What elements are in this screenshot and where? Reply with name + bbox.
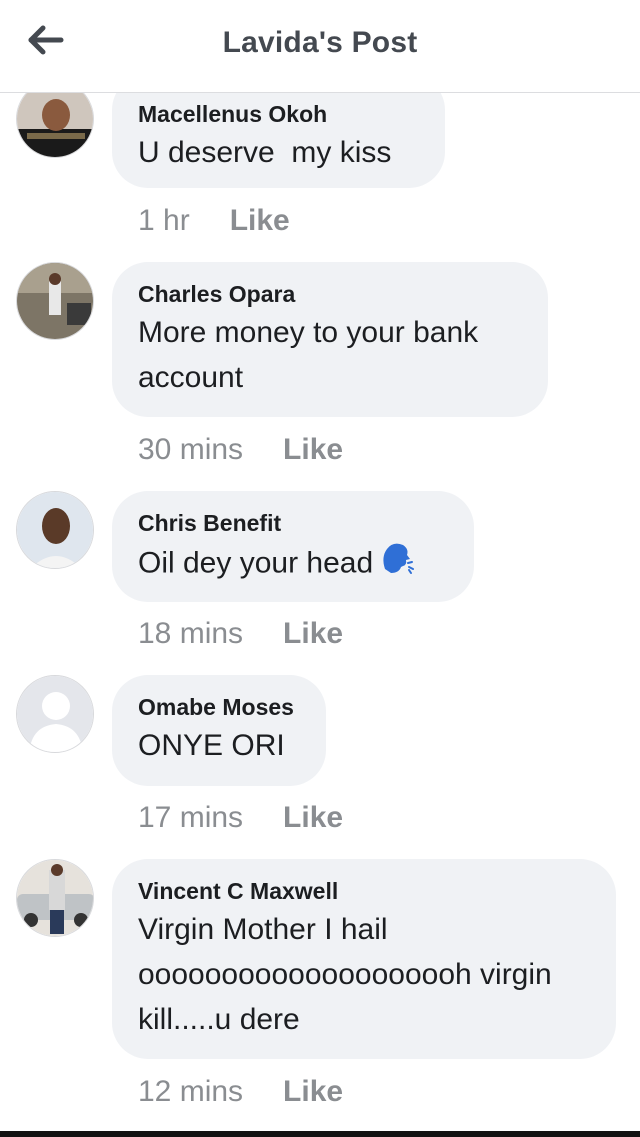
- comment-time[interactable]: 30 mins: [138, 433, 243, 467]
- speaking-head-icon: [379, 539, 415, 590]
- comment-text-content: Oil dey your head: [138, 546, 374, 580]
- comment-time[interactable]: 12 mins: [138, 1075, 243, 1109]
- comment-meta: 30 mins Like: [138, 433, 343, 467]
- post-comments-screen: Lavida's Post Macellenus Okoh U deserve …: [0, 0, 640, 1137]
- comment-bubble[interactable]: Chris Benefit Oil dey your head: [112, 491, 474, 602]
- comment-meta: 17 mins Like: [138, 801, 343, 835]
- comment-text: ONYE ORI: [138, 729, 285, 762]
- comment-author[interactable]: Vincent C Maxwell: [138, 877, 590, 905]
- like-button[interactable]: Like: [283, 617, 343, 651]
- comment-time[interactable]: 17 mins: [138, 801, 243, 835]
- avatar[interactable]: [16, 262, 94, 340]
- comment-meta: 1 hr Like: [138, 204, 290, 238]
- comment-author[interactable]: Macellenus Okoh: [138, 100, 419, 128]
- comment-meta: 18 mins Like: [138, 617, 343, 651]
- like-button[interactable]: Like: [283, 433, 343, 467]
- comment-bubble[interactable]: Omabe Moses ONYE ORI: [112, 675, 326, 786]
- like-button[interactable]: Like: [283, 1075, 343, 1109]
- avatar[interactable]: [16, 491, 94, 569]
- avatar[interactable]: [16, 675, 94, 753]
- comment-author[interactable]: Charles Opara: [138, 280, 522, 308]
- like-button[interactable]: Like: [230, 204, 290, 238]
- comment-author[interactable]: Chris Benefit: [138, 509, 448, 537]
- top-app-bar: Lavida's Post: [0, 0, 640, 93]
- comment-time[interactable]: 1 hr: [138, 204, 190, 238]
- page-title: Lavida's Post: [222, 26, 418, 59]
- comment-text: More money to your bank account: [138, 316, 487, 394]
- comment-text: Virgin Mother I hail ooooooooooooooooooo…: [138, 913, 561, 1036]
- like-button[interactable]: Like: [283, 801, 343, 835]
- comment-bubble[interactable]: Vincent C Maxwell Virgin Mother I hail o…: [112, 859, 616, 1059]
- comment-time[interactable]: 18 mins: [138, 617, 243, 651]
- comment-bubble[interactable]: Charles Opara More money to your bank ac…: [112, 262, 548, 417]
- comment-author[interactable]: Omabe Moses: [138, 693, 300, 721]
- comment-text: Oil dey your head: [138, 539, 448, 590]
- comment-text: U deserve my kiss: [138, 136, 392, 169]
- bottom-edge-bar: [0, 1131, 640, 1137]
- avatar[interactable]: [16, 859, 94, 937]
- comment-meta: 12 mins Like: [138, 1075, 343, 1109]
